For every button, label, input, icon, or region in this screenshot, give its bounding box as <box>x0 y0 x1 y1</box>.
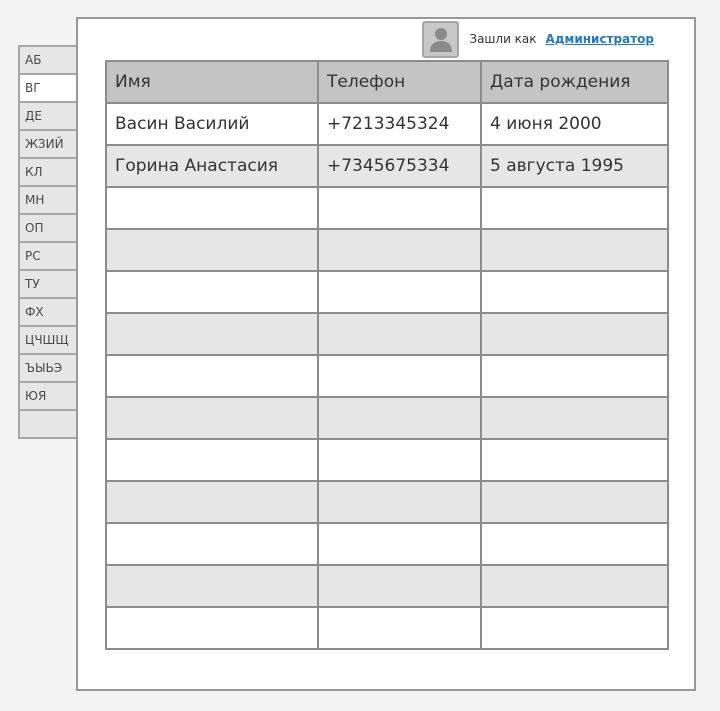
table-cell <box>319 230 482 270</box>
table-cell <box>107 314 319 354</box>
letter-tab[interactable]: ТУ <box>18 269 76 299</box>
table-cell <box>482 188 667 228</box>
table-cell: +7345675334 <box>319 146 482 186</box>
table-cell <box>482 608 667 648</box>
letter-tab[interactable]: ДЕ <box>18 101 76 131</box>
letter-tab[interactable]: МН <box>18 185 76 215</box>
letter-tab[interactable]: ФХ <box>18 297 76 327</box>
table-cell <box>319 356 482 396</box>
letter-tab[interactable]: АБ <box>18 45 76 75</box>
user-bar: Зашли как Администратор <box>422 20 654 58</box>
table-row[interactable] <box>107 480 667 522</box>
letter-tab[interactable]: ОП <box>18 213 76 243</box>
table-row[interactable] <box>107 606 667 648</box>
table-cell <box>107 188 319 228</box>
table-cell <box>107 566 319 606</box>
user-icon[interactable] <box>422 20 460 58</box>
column-header[interactable]: Дата рождения <box>482 62 667 102</box>
contacts-panel: Зашли как Администратор Имя Телефон Дата р… <box>76 17 696 691</box>
table-cell <box>482 272 667 312</box>
table-cell <box>319 608 482 648</box>
table-cell <box>107 524 319 564</box>
user-silhouette-icon <box>429 28 452 52</box>
table-row[interactable]: Горина Анастасия +7345675334 5 августа 199… <box>107 144 667 186</box>
table-header-row: Имя Телефон Дата рождения <box>107 60 667 102</box>
table-row[interactable] <box>107 522 667 564</box>
table-cell: 4 июня 2000 <box>490 114 602 134</box>
table-cell <box>482 398 667 438</box>
table-cell <box>107 230 319 270</box>
empty-tab <box>18 409 76 439</box>
table-cell <box>319 524 482 564</box>
table-cell: Горина Анастасия <box>107 146 319 186</box>
letter-tab[interactable]: ЪЫЬЭ <box>18 353 76 383</box>
letter-tab[interactable]: РС <box>18 241 76 271</box>
table-cell <box>107 356 319 396</box>
table-cell: Васин Василий <box>107 104 319 144</box>
table-cell <box>482 482 667 522</box>
user-link[interactable]: Администратор <box>546 32 654 46</box>
table-cell <box>482 440 667 480</box>
table-row[interactable] <box>107 228 667 270</box>
table-cell <box>482 524 667 564</box>
table-row[interactable] <box>107 270 667 312</box>
table-row[interactable]: Васин Василий +7213345324 4 июня 2000 <box>107 102 667 144</box>
letter-tab[interactable]: ЮЯ <box>18 381 76 411</box>
table-cell <box>482 314 667 354</box>
table-row[interactable] <box>107 354 667 396</box>
table-row[interactable] <box>107 438 667 480</box>
table-cell <box>482 566 667 606</box>
letter-tab[interactable]: ЦЧШЩ <box>18 325 76 355</box>
table-row[interactable] <box>107 312 667 354</box>
table-cell <box>107 440 319 480</box>
table-cell <box>319 188 482 228</box>
letter-tab[interactable]: ВГ <box>18 73 76 103</box>
letter-tab[interactable]: КЛ <box>18 157 76 187</box>
letter-tabs: АБ ВГ ДЕ ЖЗИЙ КЛ МН ОП РС ТУ ФХ ЦЧШЩ ЪЫЬЭ ЮЯ <box>18 45 76 439</box>
table-cell: 5 августа 1995 <box>490 156 624 176</box>
table-cell <box>107 482 319 522</box>
table-cell <box>319 272 482 312</box>
table-row[interactable] <box>107 564 667 606</box>
table-cell <box>319 482 482 522</box>
table-cell <box>319 314 482 354</box>
table-cell: +7213345324 <box>319 104 482 144</box>
table-cell <box>107 272 319 312</box>
table-cell <box>482 356 667 396</box>
table-cell <box>319 566 482 606</box>
letter-tab[interactable]: ЖЗИЙ <box>18 129 76 159</box>
table-cell <box>319 440 482 480</box>
table-cell <box>107 398 319 438</box>
table-cell <box>107 608 319 648</box>
table-row[interactable] <box>107 396 667 438</box>
table-row[interactable] <box>107 186 667 228</box>
table-cell <box>482 230 667 270</box>
contacts-table: Имя Телефон Дата рождения Васин Василий +721… <box>105 60 669 650</box>
column-header[interactable]: Имя <box>107 62 319 102</box>
column-header[interactable]: Телефон <box>319 62 482 102</box>
table-cell <box>319 398 482 438</box>
logged-in-label: Зашли как <box>469 32 537 46</box>
